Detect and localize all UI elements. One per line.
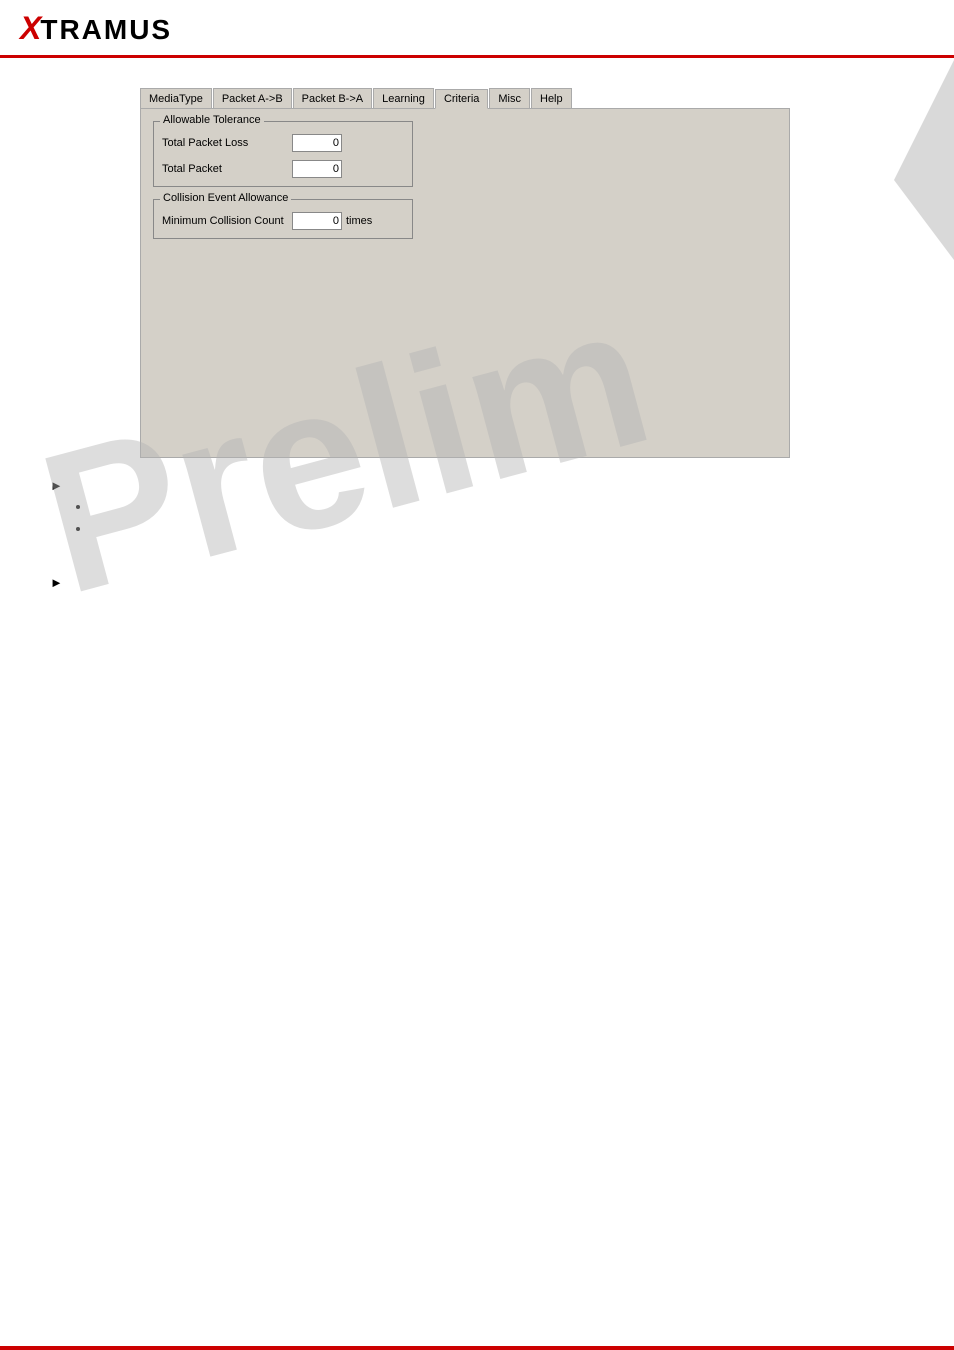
collision-event-group: Collision Event Allowance Minimum Collis…	[153, 199, 413, 239]
min-collision-input[interactable]	[292, 212, 342, 230]
tab-mediatype[interactable]: MediaType	[140, 88, 212, 108]
total-packet-loss-label: Total Packet Loss	[162, 137, 292, 149]
total-packet-label: Total Packet	[162, 163, 292, 175]
bullet-arrow-2: ►	[50, 575, 934, 590]
tabs-row: MediaType Packet A->B Packet B->A Learni…	[140, 88, 790, 108]
min-collision-unit: times	[346, 215, 372, 227]
tab-misc[interactable]: Misc	[489, 88, 530, 108]
total-packet-input[interactable]	[292, 160, 342, 178]
tab-packet-ba[interactable]: Packet B->A	[293, 88, 372, 108]
logo-rest: TRAMUS	[40, 14, 172, 45]
bullet-arrow-1: ►	[50, 478, 934, 493]
total-packet-row: Total Packet	[162, 160, 404, 178]
allowable-tolerance-title: Allowable Tolerance	[160, 114, 264, 126]
bullet-section-2: ►	[50, 575, 934, 590]
bullet-section-1: ►	[50, 478, 934, 535]
collision-event-title: Collision Event Allowance	[160, 192, 291, 204]
total-packet-loss-input[interactable]	[292, 134, 342, 152]
tab-panel-container: MediaType Packet A->B Packet B->A Learni…	[140, 88, 790, 458]
allowable-tolerance-group: Allowable Tolerance Total Packet Loss To…	[153, 121, 413, 187]
header: XTRAMUS	[0, 0, 954, 58]
tab-packet-ab[interactable]: Packet A->B	[213, 88, 292, 108]
tab-content-criteria: Allowable Tolerance Total Packet Loss To…	[140, 108, 790, 458]
footer-line	[0, 1346, 954, 1350]
logo-x: X	[20, 10, 40, 46]
main-content: MediaType Packet A->B Packet B->A Learni…	[0, 58, 954, 616]
bullet-item-1-2	[90, 521, 934, 535]
min-collision-row: Minimum Collision Count times	[162, 212, 404, 230]
tab-learning[interactable]: Learning	[373, 88, 434, 108]
tab-criteria[interactable]: Criteria	[435, 89, 488, 109]
logo: XTRAMUS	[20, 10, 172, 47]
bullet-item-1-1	[90, 499, 934, 513]
tab-help[interactable]: Help	[531, 88, 572, 108]
total-packet-loss-row: Total Packet Loss	[162, 134, 404, 152]
min-collision-label: Minimum Collision Count	[162, 215, 292, 227]
